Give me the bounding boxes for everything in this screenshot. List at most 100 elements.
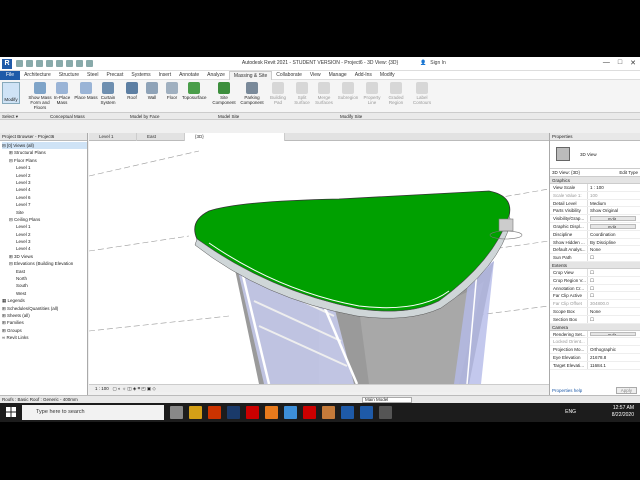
close-button[interactable]: ✕	[630, 59, 636, 67]
properties-section-graphics[interactable]: Graphics	[550, 177, 640, 184]
taskbar-app-icon-6[interactable]	[284, 406, 297, 419]
modify-button[interactable]: Modify	[2, 82, 20, 104]
property-value[interactable]: ☐	[588, 277, 640, 284]
taskbar-app-icon-3[interactable]	[227, 406, 240, 419]
subregion-button[interactable]: Subregion	[336, 82, 360, 100]
ribbon-tab-architecture[interactable]: Architecture	[20, 71, 55, 80]
ribbon-tab-massing-site[interactable]: Massing & Site	[228, 70, 273, 80]
property-value[interactable]: ☐	[588, 316, 640, 323]
browser-item[interactable]: Site	[2, 209, 87, 216]
type-selector[interactable]: 3D View	[550, 141, 640, 169]
ribbon-tab-annotate[interactable]: Annotate	[175, 71, 203, 80]
view-tab-1[interactable]: East	[137, 133, 185, 141]
building-model[interactable]	[89, 141, 549, 384]
instance-dropdown[interactable]: 3D View: {3D}	[552, 169, 580, 176]
edit-type-button[interactable]: Edit Type	[619, 169, 638, 176]
browser-item[interactable]: ▦ Legends	[2, 297, 87, 304]
property-value[interactable]: Orthographic	[588, 346, 640, 353]
browser-item[interactable]: ⊞ Structural Plans	[2, 149, 87, 156]
ribbon-tab-add-ins[interactable]: Add-Ins	[351, 71, 376, 80]
site-component-button[interactable]: Site Component	[212, 82, 236, 105]
floor-button[interactable]: Floor	[160, 82, 184, 100]
show-mass-form-and-floors-button[interactable]: Show Mass Form and Floors	[28, 82, 52, 110]
properties-section-extents[interactable]: Extents	[550, 261, 640, 269]
property-value[interactable]: By Discipline	[588, 239, 640, 246]
3d-viewport[interactable]	[89, 141, 549, 384]
minimize-button[interactable]: —	[603, 59, 610, 67]
property-line-button[interactable]: Property Line	[360, 82, 384, 105]
ribbon-tab-steel[interactable]: Steel	[83, 71, 102, 80]
taskbar-search-input[interactable]: Type here to search	[22, 405, 164, 420]
browser-item[interactable]: ⊞ Families	[2, 319, 87, 326]
property-value[interactable]: 21678.8	[588, 354, 640, 361]
properties-help-link[interactable]: Properties help	[552, 388, 582, 393]
maximize-button[interactable]: □	[618, 59, 622, 67]
browser-item[interactable]: West	[2, 290, 87, 297]
browser-item[interactable]: Level 2	[2, 231, 87, 238]
building-pad-button[interactable]: Building Pad	[266, 82, 290, 105]
property-value[interactable]: 11684.1	[588, 362, 640, 369]
view-tab-0[interactable]: Level 1	[89, 133, 137, 141]
merge-surfaces-button[interactable]: Merge Surfaces	[312, 82, 336, 105]
property-value[interactable]: Coordination	[588, 231, 640, 238]
tray-lang[interactable]: ENG	[565, 409, 576, 415]
property-edit-button[interactable]: Edit...	[590, 331, 636, 337]
toposurface-button[interactable]: Toposurface	[182, 82, 207, 100]
property-value[interactable]: None	[588, 246, 640, 253]
split-surface-button[interactable]: Split Surface	[290, 82, 314, 105]
ribbon-tab-manage[interactable]: Manage	[325, 71, 351, 80]
ribbon-tab-analyze[interactable]: Analyze	[203, 71, 229, 80]
browser-item[interactable]: Level 6	[2, 194, 87, 201]
windows-start-icon[interactable]	[6, 407, 16, 417]
taskbar-app-icon-11[interactable]	[379, 406, 392, 419]
property-value[interactable]: ☐	[588, 254, 640, 261]
view-scale[interactable]: 1 : 100	[95, 386, 109, 391]
ribbon-tab-systems[interactable]: Systems	[127, 71, 154, 80]
browser-item[interactable]: ⊟ Floor Plans	[2, 157, 87, 164]
browser-item[interactable]: Level 4	[2, 245, 87, 252]
taskbar-app-icon-5[interactable]	[265, 406, 278, 419]
panel-label-0[interactable]: Select ▾	[2, 113, 18, 120]
view-tab-2[interactable]: {3D}	[185, 133, 285, 141]
ribbon-tab-view[interactable]: View	[306, 71, 325, 80]
browser-item[interactable]: ⊟ Elevations (Building Elevation	[2, 260, 87, 267]
curtain-system-button[interactable]: Curtain System	[96, 82, 120, 105]
taskbar-app-icon-4[interactable]	[246, 406, 259, 419]
browser-item[interactable]: Level 2	[2, 172, 87, 179]
ribbon-tab-insert[interactable]: Insert	[155, 71, 176, 80]
label-contours-button[interactable]: Label Contours	[410, 82, 434, 105]
browser-item[interactable]: ∞ Revit Links	[2, 334, 87, 341]
taskbar-app-icon-8[interactable]	[322, 406, 335, 419]
in-place-mass-button[interactable]: In-Place Mass	[50, 82, 74, 105]
browser-item[interactable]: ⊞ 3D Views	[2, 253, 87, 260]
browser-item[interactable]: East	[2, 268, 87, 275]
taskbar-app-icon-7[interactable]	[303, 406, 316, 419]
property-edit-button[interactable]: Edit...	[590, 216, 636, 221]
browser-item[interactable]: ⊟ Ceiling Plans	[2, 216, 87, 223]
browser-item[interactable]: Level 3	[2, 179, 87, 186]
property-value[interactable]: ☐	[588, 269, 640, 276]
clock[interactable]: 12:57 AM 8/22/2020	[612, 405, 634, 419]
properties-section-camera[interactable]: Camera	[550, 323, 640, 331]
parking-component-button[interactable]: Parking Component	[240, 82, 264, 105]
taskbar-app-icon-2[interactable]	[208, 406, 221, 419]
property-value[interactable]: ☐	[588, 292, 640, 299]
taskbar-app-icon-1[interactable]	[189, 406, 202, 419]
graded-region-button[interactable]: Graded Region	[384, 82, 408, 105]
browser-item[interactable]: ⊞ Schedules/Quantities (all)	[2, 305, 87, 312]
browser-item[interactable]: ⊞ Sheets (all)	[2, 312, 87, 319]
browser-item[interactable]: North	[2, 275, 87, 282]
browser-item[interactable]: ⊞ Groups	[2, 327, 87, 334]
browser-item[interactable]: Level 3	[2, 238, 87, 245]
ribbon-tab-modify[interactable]: Modify	[376, 71, 399, 80]
taskbar-app-icon-0[interactable]	[170, 406, 183, 419]
property-value[interactable]: ☐	[588, 285, 640, 292]
browser-item[interactable]: Level 7	[2, 201, 87, 208]
property-value[interactable]: None	[588, 308, 640, 315]
ribbon-tab-file[interactable]: File	[0, 70, 21, 80]
ribbon-tab-collaborate[interactable]: Collaborate	[272, 71, 306, 80]
property-value[interactable]: Medium	[588, 200, 640, 207]
browser-item[interactable]: ⊟ [0] Views (all)	[2, 142, 87, 150]
browser-item[interactable]: Level 4	[2, 186, 87, 193]
view-control-icons[interactable]: ▢ ◐ ☼ ◫ ◈ ⌗ ◰ ▣ ◇	[113, 386, 156, 391]
